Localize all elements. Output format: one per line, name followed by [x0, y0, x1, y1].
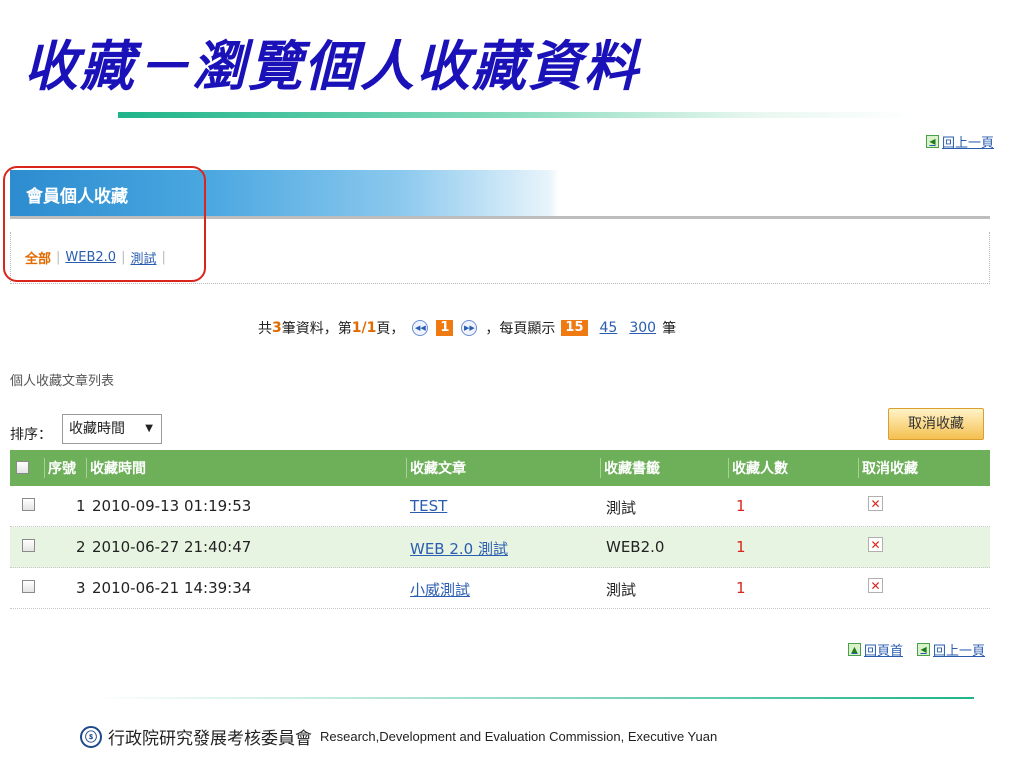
bottom-back-link[interactable]: ◀ 回上一頁	[917, 640, 985, 659]
row-checkbox[interactable]	[22, 539, 35, 552]
table-header: 序號 收藏時間 收藏文章 收藏書籤 收藏人數 取消收藏	[10, 450, 990, 486]
per-page-300[interactable]: 300	[629, 320, 656, 336]
last-page-icon[interactable]: ▶▶	[461, 320, 478, 336]
row-tag: 測試	[606, 499, 637, 517]
list-label: 個人收藏文章列表	[10, 374, 115, 389]
pagination-prefix: 共	[258, 321, 272, 337]
pagination-mid: 筆資料，第	[281, 321, 352, 337]
row-checkbox[interactable]	[22, 498, 35, 511]
table-row: 2 2010-06-27 21:40:47 WEB 2.0 測試 WEB2.0 …	[10, 527, 990, 568]
page-indicator: 1/1	[351, 320, 377, 336]
back-to-top-link[interactable]: ▲ 回頁首	[848, 640, 903, 659]
sort-label: 排序：	[10, 427, 52, 443]
sort-select[interactable]: 收藏時間 ▼	[62, 414, 162, 444]
row-count: 1	[736, 579, 746, 597]
header-cancel: 取消收藏	[858, 458, 918, 478]
row-time: 2010-09-13 01:19:53	[92, 497, 252, 515]
header-article: 收藏文章	[406, 458, 466, 478]
arrow-left-icon: ◀	[917, 643, 931, 656]
row-index: 1	[76, 497, 86, 515]
delete-x-icon[interactable]: ✕	[868, 537, 883, 552]
back-to-top-label: 回頁首	[864, 644, 904, 659]
delete-x-icon[interactable]: ✕	[868, 578, 883, 593]
row-index: 2	[76, 538, 86, 556]
row-checkbox[interactable]	[22, 580, 35, 593]
caret-down-icon: ▼	[145, 423, 153, 434]
pagination: 共 3 筆資料，第 1/1 頁， ◀◀ 1 ▶▶ ，每頁顯示 15 45 300…	[258, 318, 676, 338]
row-index: 3	[76, 579, 86, 597]
title-underline	[118, 112, 918, 118]
highlight-annotation	[3, 166, 206, 282]
table-row: 1 2010-09-13 01:19:53 TEST 測試 1 ✕	[10, 486, 990, 527]
header-count: 收藏人數	[728, 458, 788, 478]
per-page-unit: 筆	[662, 321, 677, 337]
row-article-link[interactable]: WEB 2.0 測試	[410, 538, 508, 559]
row-tag: 測試	[606, 581, 637, 599]
favorites-table: 序號 收藏時間 收藏文章 收藏書籤 收藏人數 取消收藏 1 2010-09-13…	[10, 450, 990, 609]
per-page-label: ，每頁顯示	[485, 321, 556, 337]
row-time: 2010-06-27 21:40:47	[92, 538, 252, 556]
row-count: 1	[736, 497, 746, 515]
footer: ⓢ 行政院研究發展考核委員會 Research,Development and …	[80, 724, 717, 749]
per-page-15[interactable]: 15	[561, 320, 588, 336]
arrow-up-icon: ▲	[848, 643, 861, 656]
header-index: 序號	[44, 458, 76, 478]
sort-value: 收藏時間	[69, 421, 125, 437]
arrow-left-icon: ◀	[926, 135, 939, 148]
rdec-logo-icon: ⓢ	[80, 725, 102, 748]
footer-org-zh: 行政院研究發展考核委員會	[108, 729, 312, 749]
row-count: 1	[736, 538, 746, 556]
bottom-nav: ▲ 回頁首 ◀ 回上一頁	[848, 640, 985, 659]
table-row: 3 2010-06-21 14:39:34 小威測試 測試 1 ✕	[10, 568, 990, 609]
current-page-button[interactable]: 1	[436, 320, 454, 336]
delete-x-icon[interactable]: ✕	[868, 496, 883, 511]
footer-org-en: Research,Development and Evaluation Comm…	[320, 729, 718, 744]
top-back-label: 回上一頁	[942, 136, 995, 151]
row-article-link[interactable]: TEST	[410, 497, 447, 515]
row-time: 2010-06-21 14:39:34	[92, 579, 252, 597]
first-page-icon[interactable]: ◀◀	[412, 320, 429, 336]
cancel-favorite-button[interactable]: 取消收藏	[888, 408, 984, 440]
pagination-suffix: 頁，	[376, 321, 405, 337]
slide-title: 收藏－瀏覽個人收藏資料	[24, 34, 640, 98]
header-time: 收藏時間	[86, 458, 146, 478]
bottom-back-label: 回上一頁	[933, 644, 986, 659]
row-tag: WEB2.0	[606, 538, 665, 556]
per-page-45[interactable]: 45	[600, 320, 618, 336]
total-count: 3	[272, 320, 282, 336]
top-back-link[interactable]: ◀ 回上一頁	[926, 132, 994, 151]
footer-rule	[94, 697, 974, 699]
row-article-link[interactable]: 小威測試	[410, 579, 470, 600]
header-tag: 收藏書籤	[600, 458, 660, 478]
select-all-checkbox[interactable]	[16, 461, 29, 474]
